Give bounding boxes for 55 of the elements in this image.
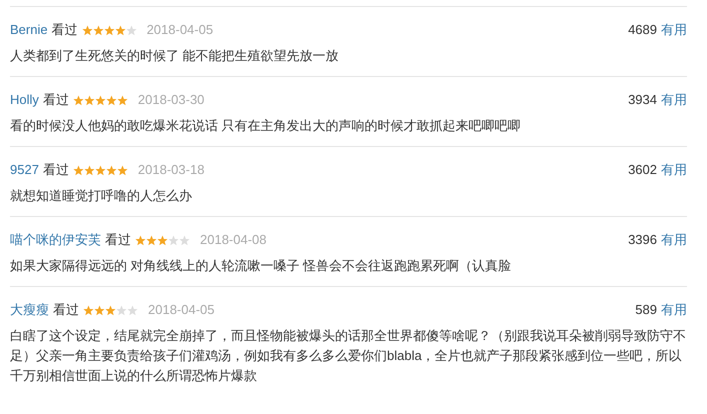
useful-link[interactable]: 有用 — [661, 160, 687, 180]
useful-link[interactable]: 有用 — [661, 90, 687, 110]
vote-count: 3602 — [628, 161, 657, 179]
vote-count: 3934 — [628, 91, 657, 109]
star-icon — [94, 94, 106, 106]
star-icon — [92, 24, 104, 36]
star-icon — [105, 304, 116, 316]
star-icon — [157, 234, 168, 246]
author-link[interactable]: Holly — [10, 90, 39, 110]
review-date: 2018-04-08 — [200, 231, 266, 249]
watched-label: 看过 — [42, 91, 69, 109]
watched-label: 看过 — [42, 161, 69, 179]
star-icon — [116, 164, 128, 176]
vote-count: 589 — [635, 301, 657, 319]
author-link[interactable]: 喵个咪的伊安芙 — [10, 230, 101, 250]
review-date: 2018-03-18 — [138, 161, 204, 179]
star-icon — [146, 234, 157, 246]
star-icon — [82, 24, 93, 36]
vote-count: 4689 — [628, 21, 657, 39]
star-icon — [126, 24, 137, 36]
star-icon — [84, 94, 95, 106]
watched-label: 看过 — [105, 231, 131, 249]
star-icon — [104, 24, 115, 36]
watched-label: 看过 — [53, 301, 79, 319]
review-text: 白瞎了这个设定，结尾就完全崩掉了，而且怪物能被爆头的话那全世界都傻等啥呢？（别跟我说耳朵被削弱导致防守不足）父亲一角主要负责给孩子们灌鸡汤，例如我有多么多么爱你们blabla，全片也就产子那段紧张感到位一些吧，所以千万别相信世面上说的什么所谓恐怖片爆款 — [10, 327, 687, 385]
star-icon — [72, 94, 84, 106]
watched-label: 看过 — [52, 21, 78, 39]
star-icon — [84, 164, 95, 176]
star-icon — [94, 304, 105, 316]
review-text: 就想知道睡觉打呼噜的人怎么办 — [10, 187, 193, 205]
review-date: 2018-04-05 — [146, 21, 214, 39]
star-icon — [106, 94, 117, 106]
star-icon — [127, 304, 138, 316]
useful-link[interactable]: 有用 — [661, 300, 687, 320]
review-text: 人类都到了生死悠关的时候了 能不能把生殖欲望先放一放 — [10, 47, 340, 65]
author-link[interactable]: 大瘦瘦 — [10, 300, 49, 320]
author-link[interactable]: 9527 — [10, 160, 39, 180]
vote-count: 3396 — [628, 231, 657, 249]
star-icon — [135, 234, 146, 246]
review-date: 2018-04-05 — [148, 301, 214, 319]
review-text: 看的时候没人他妈的敢吃爆米花说话 只有在主角发出大的声响的时候才敢抓起来吧唧吧唧 — [10, 117, 522, 135]
author-link[interactable]: Bernie — [10, 20, 48, 40]
star-icon — [83, 304, 94, 316]
star-icon — [106, 164, 117, 176]
star-icon — [72, 164, 84, 176]
review-date: 2018-03-30 — [138, 91, 204, 109]
star-icon — [116, 304, 127, 316]
review-text: 如果大家隔得远远的 对角线线上的人轮流嗽一嗓子 怪兽会不会往返跑跑累死啊（认真脸 — [10, 257, 512, 275]
useful-link[interactable]: 有用 — [661, 230, 687, 250]
star-icon — [168, 234, 179, 246]
star-icon — [179, 234, 190, 246]
star-icon — [116, 94, 128, 106]
useful-link[interactable]: 有用 — [661, 20, 687, 40]
star-icon — [94, 164, 106, 176]
star-icon — [114, 24, 126, 36]
